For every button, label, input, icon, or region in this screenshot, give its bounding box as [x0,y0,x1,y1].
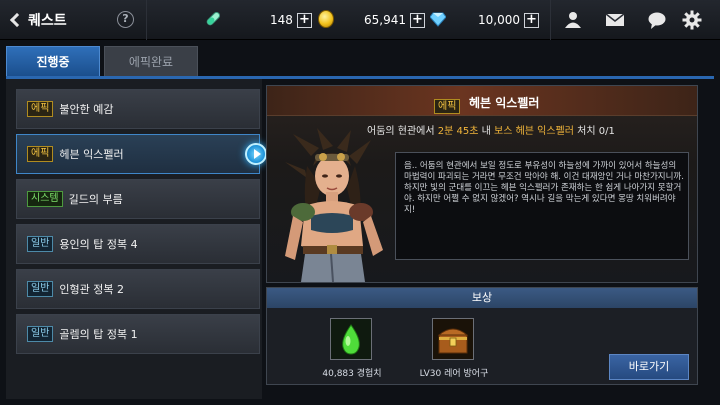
detail-tag: 에픽 [434,99,461,114]
stamina-value: 148 [270,13,293,27]
back-button[interactable]: 퀘스트 [8,8,67,32]
reward-item-armor[interactable] [432,318,474,360]
npc-dialog-text: 음.. 어둠의 현관에서 보일 정도로 부유성이 하늘성에 가까이 있어서 하늘… [404,161,684,215]
quest-name: 길드의 부름 [68,193,123,206]
reward-item-exp[interactable] [330,318,372,360]
divider [550,0,551,40]
quest-tag: 에픽 [27,146,54,162]
go-to-button[interactable]: 바로가기 [609,354,689,380]
detail-tag-wrap: 에픽 [434,94,461,114]
blue-gem-icon [430,12,446,27]
quest-detail-panel: 에픽 헤븐 익스펠러 어둠의 현관에서 2분 45초 내 보스 헤븐 익스펠러 … [266,85,698,283]
top-bar: 퀘스트 ? 148 + 65,941 + 10,000 + [0,0,720,40]
objective-time: 2분 45초 [437,126,479,137]
divider [146,0,147,40]
quest-name: 불안한 예감 [59,103,114,116]
quest-item-selected[interactable]: 에픽 헤븐 익스펠러 [16,134,260,174]
objective-suffix: 처치 0/1 [573,126,615,137]
gold-value: 65,941 [364,13,406,27]
npc-dialog-box: 음.. 어둠의 현관에서 보일 정도로 부유성이 하늘성에 가까이 있어서 하늘… [395,152,689,260]
friends-icon[interactable] [563,10,583,30]
reward-header: 보상 [267,288,697,308]
reward-panel: 보상 40,883 경험치 LV30 레어 방어구 바로가기 [266,287,698,385]
quest-name: 용인의 탑 정복 4 [59,238,138,251]
quest-item[interactable]: 시스템 길드의 부름 [16,179,260,219]
stamina-vial-icon [206,11,221,26]
gold-coin-icon [318,10,334,28]
tab-epic-complete[interactable]: 에픽완료 [104,46,198,76]
quest-name: 헤븐 익스펠러 [59,148,124,161]
quest-item[interactable]: 일반 골렘의 탑 정복 1 [16,314,260,354]
quest-tag: 일반 [27,236,54,252]
tab-in-progress[interactable]: 진행중 [6,46,100,76]
detail-header: 에픽 헤븐 익스펠러 [267,86,697,116]
help-icon[interactable]: ? [117,11,134,28]
chat-icon[interactable] [647,10,667,30]
settings-gear-icon[interactable] [682,10,702,30]
quest-item[interactable]: 일반 인형관 정복 2 [16,269,260,309]
detail-title: 헤븐 익스펠러 [469,96,540,110]
page-title: 퀘스트 [28,13,67,29]
quest-name: 인형관 정복 2 [59,283,124,296]
quest-tag: 일반 [27,281,54,297]
quest-name: 골렘의 탑 정복 1 [59,328,138,341]
quest-tag: 일반 [27,326,54,342]
gold-counter: 65,941 + [364,12,425,28]
quest-tag: 에픽 [27,101,54,117]
selected-play-arrow-icon[interactable] [245,143,267,165]
mail-icon[interactable] [605,10,625,30]
gem-value: 10,000 [478,13,520,27]
quest-item[interactable]: 에픽 불안한 예감 [16,89,260,129]
add-gem-button[interactable]: + [524,12,539,28]
green-exp-potion-icon [331,319,371,359]
reward-label-armor: LV30 레어 방어구 [419,369,489,379]
add-stamina-button[interactable]: + [296,12,312,28]
quest-list: 에픽 불안한 예감 에픽 헤븐 익스펠러 시스템 길드의 부름 일반 용인의 탑… [6,79,262,399]
npc-portrait [285,128,383,282]
back-chevron-icon [9,12,25,28]
gem-counter: 10,000 + [478,12,539,28]
objective-boss: 보스 헤븐 익스펠러 [494,126,574,137]
objective-mid: 내 [478,126,494,137]
quest-tag: 시스템 [27,191,63,207]
treasure-chest-icon [433,319,473,359]
quest-objective: 어둠의 현관에서 2분 45초 내 보스 헤븐 익스펠러 처치 0/1 [367,122,615,137]
stamina-counter: 148 + [270,12,312,28]
add-gold-button[interactable]: + [410,12,425,28]
reward-label-exp: 40,883 경험치 [322,369,382,379]
quest-item[interactable]: 일반 용인의 탑 정복 4 [16,224,260,264]
